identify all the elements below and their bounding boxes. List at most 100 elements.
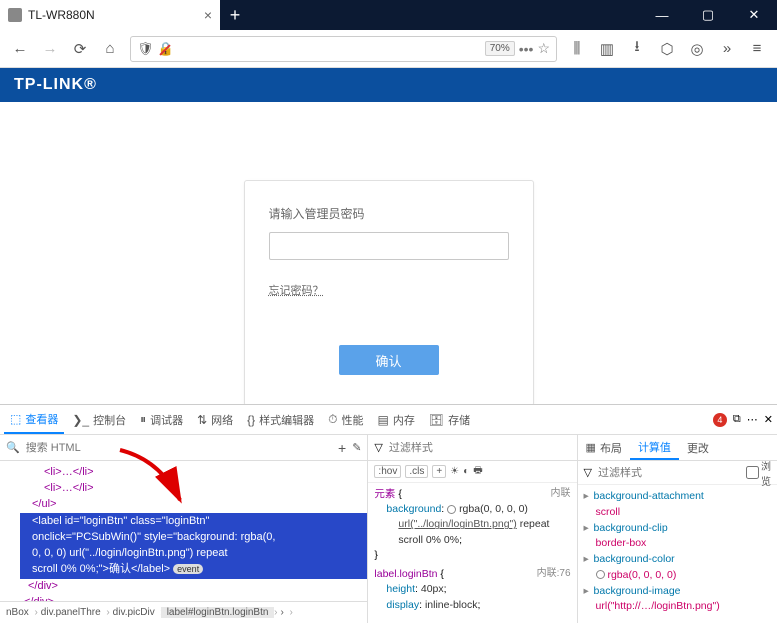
- css-value[interactable]: 40px: [421, 583, 444, 595]
- breadcrumb-item[interactable]: div.panelThre: [35, 607, 107, 618]
- color-swatch-icon[interactable]: [447, 505, 456, 514]
- devtools-tab-performance[interactable]: ⏱性能: [322, 405, 369, 434]
- devtools-panel: ⬚查看器 ❯_控制台 ⏸调试器 ⇅网络 {}样式编辑器 ⏱性能 ▤内存 🗄存储 …: [0, 404, 777, 623]
- dark-theme-icon[interactable]: ◐: [463, 466, 469, 477]
- css-prop[interactable]: display: [386, 599, 419, 611]
- breadcrumb-item[interactable]: nBox: [0, 607, 35, 618]
- devtools-tab-debugger[interactable]: ⏸调试器: [134, 405, 189, 434]
- breadcrumb-item-selected[interactable]: label#loginBtn.loginBtn: [161, 607, 275, 618]
- computed-row[interactable]: ▸background-clipborder-box: [584, 521, 771, 553]
- bookmark-star-icon[interactable]: ☆: [537, 40, 550, 57]
- styles-filter-bar: ▽: [368, 435, 576, 461]
- css-value[interactable]: rgba(0, 0, 0, 0): [459, 503, 528, 515]
- maximize-button[interactable]: ▢: [685, 0, 731, 30]
- tab-close-icon[interactable]: ×: [204, 7, 212, 23]
- tab-label: 样式编辑器: [259, 412, 314, 428]
- dom-node[interactable]: </ul>: [20, 497, 367, 513]
- zoom-badge[interactable]: 70%: [485, 41, 515, 56]
- dom-tree[interactable]: <li>…</li> <li>…</li> </ul> <label id="l…: [0, 461, 367, 601]
- library-icon[interactable]: ⫼: [563, 35, 591, 63]
- extension2-icon[interactable]: ◎: [683, 35, 711, 63]
- color-swatch-icon[interactable]: [596, 570, 605, 579]
- computed-row[interactable]: ▸background-color rgba(0, 0, 0, 0): [584, 552, 771, 584]
- close-window-button[interactable]: ✕: [731, 0, 777, 30]
- computed-row[interactable]: ▸background-attachmentscroll: [584, 489, 771, 521]
- rule-selector[interactable]: label.loginBtn: [374, 568, 437, 580]
- cls-toggle[interactable]: .cls: [405, 465, 428, 478]
- computed-tab[interactable]: 计算值: [630, 435, 679, 460]
- error-count-badge[interactable]: 4: [713, 413, 727, 427]
- event-badge[interactable]: event: [173, 564, 203, 574]
- css-url[interactable]: url("../login/loginBtn.png"): [398, 518, 516, 530]
- page-actions-icon[interactable]: •••: [519, 41, 534, 57]
- dom-node[interactable]: <li>…</li>: [20, 465, 367, 481]
- password-input[interactable]: [269, 232, 509, 260]
- shield-icon[interactable]: 🛡: [137, 41, 154, 57]
- devtools-tab-inspector[interactable]: ⬚查看器: [4, 405, 64, 434]
- rule-source[interactable]: 内联: [551, 487, 571, 502]
- dom-breadcrumbs[interactable]: nBox div.panelThre div.picDiv label#logi…: [0, 601, 367, 623]
- add-element-icon[interactable]: +: [338, 440, 346, 456]
- light-theme-icon[interactable]: ☀: [450, 466, 459, 477]
- hov-toggle[interactable]: :hov: [374, 465, 401, 478]
- rule-selector[interactable]: 元素: [374, 488, 395, 500]
- code-line: onclick="PCSubWin()" style="background: …: [32, 530, 365, 546]
- breadcrumb-overflow-icon[interactable]: ›: [274, 607, 289, 618]
- sidebar-icon[interactable]: ▥: [593, 35, 621, 63]
- computed-filter-input[interactable]: [598, 467, 740, 479]
- password-label: 请输入管理员密码: [269, 205, 509, 222]
- reload-button[interactable]: ⟳: [66, 35, 94, 63]
- styles-rules[interactable]: 元素 {内联 background: rgba(0, 0, 0, 0) url(…: [368, 483, 576, 623]
- css-value[interactable]: inline-block: [425, 599, 478, 611]
- tracking-blocked-icon[interactable]: 🔒: [158, 41, 174, 57]
- downloads-icon[interactable]: ⭳: [623, 35, 651, 63]
- dom-search-input[interactable]: [26, 442, 332, 454]
- dom-node[interactable]: <li>…</li>: [20, 481, 367, 497]
- breadcrumb-item[interactable]: div.picDiv: [107, 607, 161, 618]
- add-rule-icon[interactable]: +: [432, 465, 446, 478]
- dom-node[interactable]: </div>: [20, 579, 367, 595]
- tab-label: 计算值: [638, 439, 671, 455]
- css-prop[interactable]: height: [386, 583, 415, 595]
- home-button[interactable]: ⌂: [96, 35, 124, 63]
- hamburger-menu-icon[interactable]: ≡: [743, 35, 771, 63]
- browser-navbar: ← → ⟳ ⌂ 🛡 🔒 70% ••• ☆ ⫼ ▥ ⭳ ⬡ ◎ » ≡: [0, 30, 777, 68]
- window-titlebar: TL-WR880N × + — ▢ ✕: [0, 0, 777, 30]
- back-button[interactable]: ←: [6, 35, 34, 63]
- url-bar[interactable]: 🛡 🔒 70% ••• ☆: [130, 36, 557, 62]
- layout-tab[interactable]: ▦布局: [578, 435, 630, 460]
- dom-node-selected[interactable]: <label id="loginBtn" class="loginBtn" on…: [20, 513, 367, 579]
- browse-checkbox-label[interactable]: 浏览: [746, 458, 771, 488]
- eyedropper-icon[interactable]: ✎: [352, 441, 361, 454]
- toolbar-overflow-icon[interactable]: »: [713, 35, 741, 63]
- url-input[interactable]: [178, 42, 481, 56]
- rule-source[interactable]: 内联:76: [537, 567, 571, 582]
- browse-checkbox[interactable]: [746, 466, 759, 479]
- confirm-button[interactable]: 确认: [339, 345, 439, 375]
- changes-tab[interactable]: 更改: [679, 435, 717, 460]
- computed-properties[interactable]: ▸background-attachmentscroll ▸background…: [578, 485, 777, 623]
- browser-tab[interactable]: TL-WR880N ×: [0, 0, 220, 30]
- filter-icon: ▽: [584, 466, 592, 479]
- devtools-tab-storage[interactable]: 🗄存储: [423, 405, 476, 434]
- print-icon[interactable]: 🖶: [473, 463, 482, 480]
- new-tab-button[interactable]: +: [220, 0, 250, 30]
- devtools-more-icon[interactable]: ⋯: [747, 413, 758, 426]
- devtools-tab-console[interactable]: ❯_控制台: [66, 405, 132, 434]
- forward-button[interactable]: →: [36, 35, 64, 63]
- minimize-button[interactable]: —: [639, 0, 685, 30]
- devtools-dock-icon[interactable]: ⧉: [733, 413, 741, 426]
- styles-filter-input[interactable]: [389, 442, 571, 454]
- layout-icon: ▦: [586, 441, 596, 454]
- extension1-icon[interactable]: ⬡: [653, 35, 681, 63]
- dom-search-bar: 🔍 + ✎: [0, 435, 367, 461]
- css-prop[interactable]: background: [386, 503, 441, 515]
- computed-row[interactable]: ▸background-imageurl("http://…/loginBtn.…: [584, 584, 771, 616]
- forgot-password-link[interactable]: 忘记密码？: [269, 282, 324, 298]
- devtools-tab-network[interactable]: ⇅网络: [191, 405, 239, 434]
- tab-label: 内存: [393, 412, 415, 428]
- devtools-tab-style[interactable]: {}样式编辑器: [241, 405, 320, 434]
- tab-label: 更改: [687, 440, 709, 456]
- devtools-close-icon[interactable]: ✕: [764, 413, 773, 426]
- devtools-tab-memory[interactable]: ▤内存: [372, 405, 421, 434]
